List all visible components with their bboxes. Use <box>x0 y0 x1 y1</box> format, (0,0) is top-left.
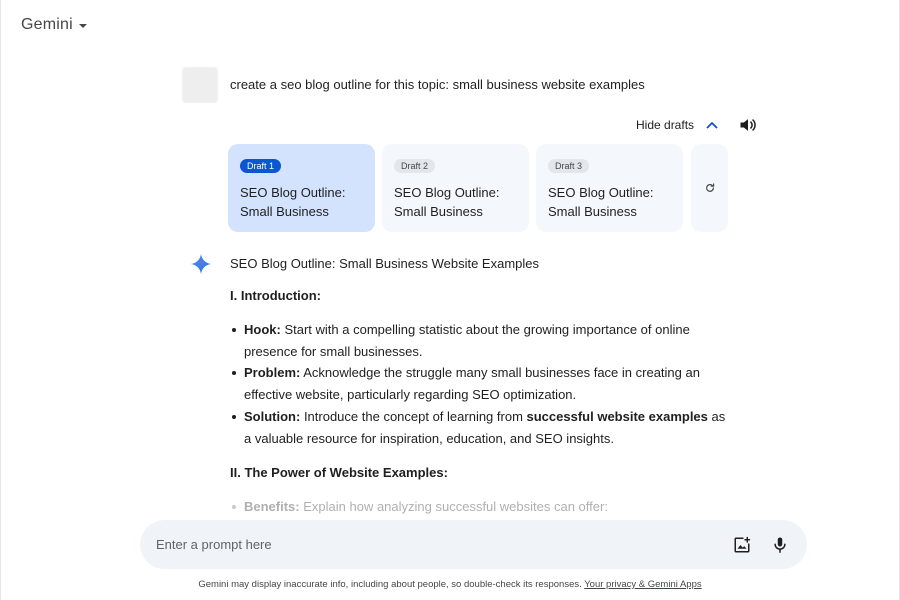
bullet-text: Start with a compelling statistic about … <box>244 322 690 359</box>
bullet-emphasis: successful website examples <box>526 408 708 424</box>
microphone-icon <box>774 537 786 553</box>
app-title: Gemini <box>21 16 73 33</box>
draft-badge: Draft 3 <box>548 159 590 173</box>
section-heading: II. The Power of Website Examples: <box>230 465 448 481</box>
list-item: Problem: Acknowledge the struggle many s… <box>230 362 730 405</box>
draft-card-1[interactable]: Draft 1 SEO Blog Outline: Small Business <box>228 144 375 232</box>
response-body: SEO Blog Outline: Small Business Website… <box>230 256 730 518</box>
microphone-button[interactable] <box>769 534 791 556</box>
draft-preview: SEO Blog Outline: Small Business <box>548 185 654 219</box>
draft-list: Draft 1 SEO Blog Outline: Small Business… <box>228 144 728 232</box>
bullet-list: Hook: Start with a compelling statistic … <box>230 319 730 449</box>
user-prompt-text: create a seo blog outline for this topic… <box>230 77 645 92</box>
speaker-icon[interactable] <box>738 115 758 135</box>
hide-drafts-label: Hide drafts <box>636 118 695 132</box>
bullet-text: Explain how analyzing successful website… <box>299 499 608 515</box>
draft-badge: Draft 2 <box>394 159 436 173</box>
section-heading: I. Introduction: <box>230 288 321 303</box>
bullet-list-faded: Benefits: Explain how analyzing successf… <box>230 496 730 518</box>
model-selector[interactable]: Gemini <box>21 16 87 34</box>
avatar <box>182 67 218 103</box>
list-item: Hook: Start with a compelling statistic … <box>230 319 730 362</box>
regenerate-drafts-button[interactable] <box>691 144 728 232</box>
draft-card-2[interactable]: Draft 2 SEO Blog Outline: Small Business <box>382 144 529 232</box>
image-upload-icon <box>734 536 751 552</box>
chevron-down-icon <box>78 24 87 28</box>
hide-drafts-button[interactable]: Hide drafts <box>636 117 720 133</box>
bullet-label: Benefits: <box>244 499 300 515</box>
bullet-label: Problem: <box>244 365 301 381</box>
bullet-text: Acknowledge the struggle many small busi… <box>244 365 700 403</box>
list-item: Benefits: Explain how analyzing successf… <box>230 496 730 518</box>
prompt-input[interactable] <box>156 537 715 552</box>
bullet-label: Hook: <box>244 322 281 337</box>
response-title: SEO Blog Outline: Small Business Website… <box>230 256 540 271</box>
disclaimer-footer: Gemini may display inaccurate info, incl… <box>0 579 900 590</box>
list-item: Solution: Introduce the concept of learn… <box>230 406 730 449</box>
gemini-spark-icon <box>190 253 212 275</box>
bullet-label: Solution: <box>244 408 301 424</box>
draft-card-3[interactable]: Draft 3 SEO Blog Outline: Small Business <box>536 144 683 232</box>
privacy-link[interactable]: Your privacy & Gemini Apps <box>584 579 701 590</box>
draft-preview: SEO Blog Outline: Small Business <box>240 185 346 219</box>
prompt-bar <box>140 520 807 569</box>
bullet-text: Introduce the concept of learning from <box>300 408 527 424</box>
refresh-icon <box>705 183 714 192</box>
disclaimer-text: Gemini may display inaccurate info, incl… <box>198 579 585 590</box>
draft-badge: Draft 1 <box>240 159 282 173</box>
draft-preview: SEO Blog Outline: Small Business <box>394 185 500 219</box>
chevron-up-icon <box>706 122 718 129</box>
image-upload-button[interactable] <box>731 534 753 556</box>
